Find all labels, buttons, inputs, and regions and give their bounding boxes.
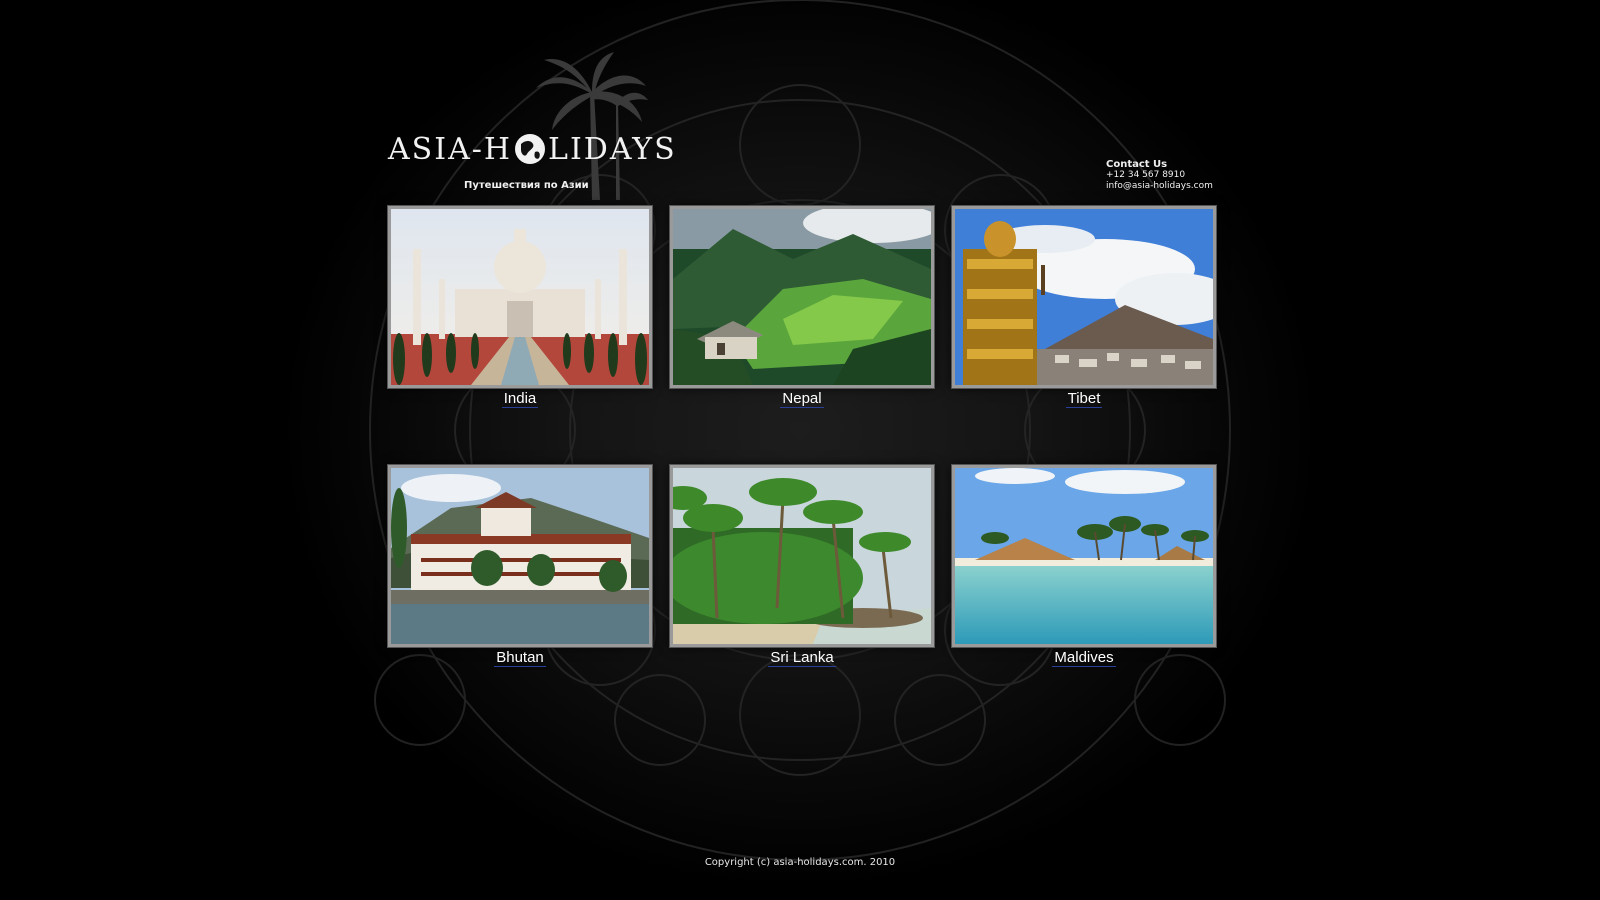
destination-tile-india[interactable]: India [388,206,652,408]
ornament-pattern [369,0,1231,861]
destination-label-india[interactable]: India [501,390,539,408]
destination-label-sri-lanka[interactable]: Sri Lanka [768,649,836,667]
destination-label-tibet[interactable]: Tibet [1065,390,1103,408]
destination-tile-bhutan[interactable]: Bhutan [388,465,652,667]
destination-photo-nepal[interactable] [670,206,934,388]
destination-label-maldives[interactable]: Maldives [1052,649,1116,667]
globe-icon [515,134,546,164]
destination-tile-sri-lanka[interactable]: Sri Lanka [670,465,934,667]
contact-block: Contact Us +12 34 567 8910 info@asia-hol… [1106,159,1213,192]
destination-tile-tibet[interactable]: Tibet [952,206,1216,408]
destination-photo-bhutan[interactable] [388,465,652,647]
contact-phone: +12 34 567 8910 [1106,170,1186,180]
destination-tile-nepal[interactable]: Nepal [670,206,934,408]
destination-photo-india[interactable] [388,206,652,388]
destination-tile-maldives[interactable]: Maldives [952,465,1216,667]
logo-text-right: LIDAYS [548,131,677,167]
destination-photo-sri-lanka[interactable] [670,465,934,647]
contact-email[interactable]: info@asia-holidays.com [1106,181,1213,192]
logo-text-left: ASIA-H [388,131,513,167]
destination-label-nepal[interactable]: Nepal [780,390,824,408]
destination-photo-tibet[interactable] [952,206,1216,388]
site-tagline: Путешествия по Азии [464,180,589,191]
destination-photo-maldives[interactable] [952,465,1216,647]
site-logo[interactable]: ASIA-H LIDAYS [388,126,677,172]
destination-label-bhutan[interactable]: Bhutan [494,649,546,667]
footer-copyright: Copyright (c) asia-holidays.com. 2010 [704,857,896,868]
contact-title: Contact Us [1106,159,1168,170]
